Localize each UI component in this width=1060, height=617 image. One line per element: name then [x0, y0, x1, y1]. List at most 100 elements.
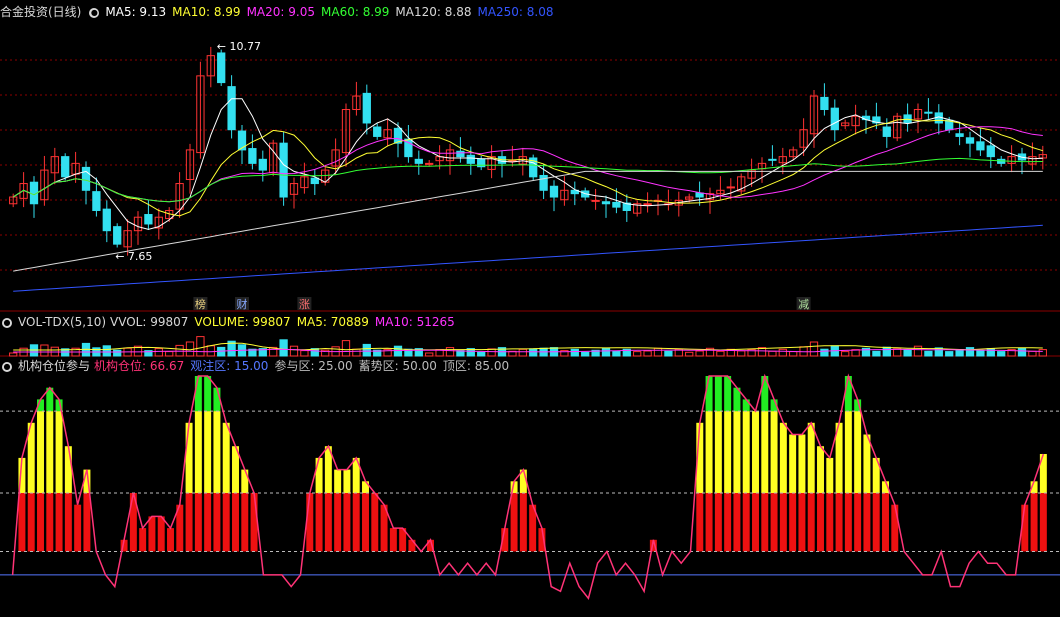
position-bar-yellow: [204, 411, 212, 493]
position-bar-yellow: [761, 411, 769, 493]
candle-body: [466, 154, 475, 164]
volume-bar: [903, 349, 912, 357]
volume-bar: [913, 345, 923, 357]
position-bar-red: [510, 493, 518, 552]
volume-bar: [841, 351, 850, 357]
volume-bar: [154, 348, 163, 357]
main-settings-icon[interactable]: ●: [89, 7, 100, 18]
candle-body: [279, 142, 288, 198]
position-bar-red: [194, 493, 202, 552]
ma-label: MA120: 8.88: [395, 5, 472, 19]
position-bar-red: [705, 493, 713, 552]
position-bar-red: [157, 516, 165, 552]
volume-bar: [300, 350, 309, 357]
indicator-settings-icon[interactable]: ●: [2, 361, 12, 372]
position-bar-yellow: [185, 422, 193, 493]
position-bar-red: [714, 493, 722, 552]
position-bar-red: [519, 493, 527, 552]
ma-label: MA5: 9.13: [105, 5, 167, 19]
volume-bar: [279, 339, 288, 357]
position-bar-green: [194, 376, 202, 412]
volume-bar: [487, 348, 496, 357]
candle-body: [81, 166, 91, 191]
candle-body: [965, 137, 975, 144]
volume-bar: [581, 351, 590, 357]
position-bar-green: [742, 399, 750, 412]
candle-body: [976, 141, 985, 151]
volume-bar: [882, 346, 891, 357]
position-bar-yellow: [752, 411, 759, 493]
volume-bar: [945, 351, 954, 357]
high-price-label: ← 10.77: [217, 40, 261, 53]
position-bar-red: [18, 493, 26, 552]
position-bar-red: [315, 493, 323, 552]
position-bar-red: [770, 493, 778, 552]
candle-body: [820, 96, 829, 111]
volume-bar: [529, 348, 538, 357]
position-bar-yellow: [705, 411, 713, 493]
position-bar-red: [1030, 493, 1038, 552]
volume-bar: [341, 340, 351, 357]
volume-bar: [289, 345, 299, 357]
position-bar-red: [167, 528, 174, 552]
position-bar-yellow: [863, 434, 871, 493]
main-title: 合金投资(日线): [0, 5, 82, 19]
position-bar-red: [752, 493, 759, 552]
volume-bar: [716, 350, 725, 357]
position-bar-red: [807, 493, 815, 552]
position-bar-red: [872, 493, 880, 552]
volume-bar: [778, 348, 787, 357]
position-bar-red: [371, 493, 379, 552]
ma60-line: [12, 157, 1043, 203]
volume-bar: [685, 351, 694, 357]
position-bar-red: [789, 493, 797, 552]
event-tag: 榜: [195, 297, 206, 311]
position-bar-red: [250, 493, 258, 552]
volume-label: VVOL: 99807: [110, 315, 189, 329]
volume-bar: [113, 349, 122, 357]
position-bar-red: [408, 539, 416, 552]
volume-bar: [997, 351, 1006, 357]
volume-bar: [976, 350, 985, 357]
position-bar-green: [705, 376, 713, 412]
position-bar-green: [204, 376, 212, 412]
position-bar-red: [37, 493, 44, 552]
position-bar-red: [844, 493, 852, 552]
candle-body: [258, 158, 267, 171]
main-header: 合金投资(日线) ● MA5: 9.13 MA10: 8.99 MA20: 9.05 MA…: [0, 4, 560, 20]
candle-body: [882, 126, 891, 137]
volume-bar: [477, 351, 486, 357]
volume-label: VOLUME: 99807: [194, 315, 291, 329]
candle-body: [102, 208, 111, 232]
volume-legend: VVOL: 99807 VOLUME: 99807 MA5: 70889 MA10: …: [110, 315, 461, 329]
position-bar-yellow: [789, 434, 797, 493]
position-bar-red: [343, 493, 351, 552]
position-bar-yellow: [55, 411, 63, 493]
position-bar-red: [324, 493, 332, 552]
position-bar-red: [733, 493, 741, 552]
candle-body: [92, 191, 101, 211]
position-bar-yellow: [315, 457, 323, 493]
position-bar-red: [882, 493, 889, 552]
candle-body: [248, 148, 257, 164]
position-bar-red: [798, 493, 806, 552]
position-bar-red: [83, 493, 91, 552]
candle-body: [955, 133, 964, 137]
position-bar-red: [185, 493, 193, 552]
position-bar-yellow: [362, 481, 369, 493]
candle-body: [601, 201, 611, 205]
volume-bar: [612, 350, 621, 357]
event-tag: 财: [237, 297, 248, 311]
candle-body: [456, 150, 465, 158]
candle-body: [61, 156, 70, 178]
volume-bar: [924, 350, 933, 357]
candle-body: [924, 111, 933, 114]
volume-settings-icon[interactable]: ●: [2, 317, 12, 328]
position-bar-red: [854, 493, 862, 552]
stock-chart[interactable]: ← 10.77 ← 7.65 榜 财 涨 减: [0, 0, 1060, 617]
indicator-label: 顶区: 85.00: [442, 359, 510, 373]
volume-bar: [768, 350, 777, 357]
indicator-header: ● 机构仓位参与 机构仓位: 66.67 观注区: 15.00 参与区: 25.00 蓄势…: [0, 358, 515, 374]
position-bar-yellow: [714, 411, 722, 493]
volume-bar: [695, 350, 704, 357]
